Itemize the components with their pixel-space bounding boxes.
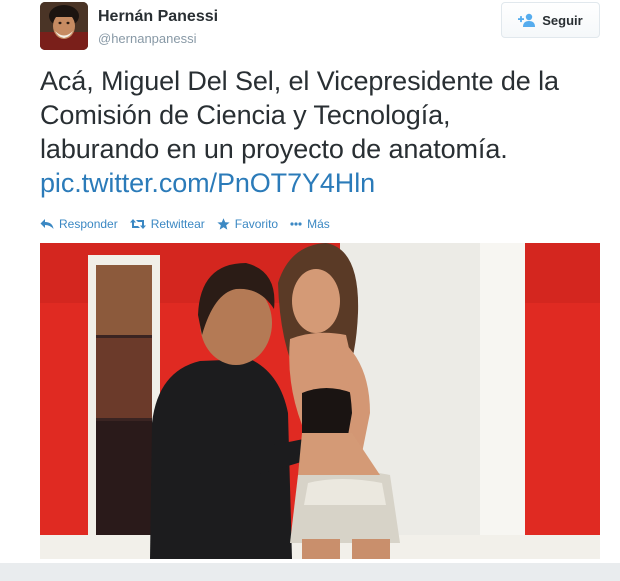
reply-label: Responder <box>59 217 118 231</box>
avatar-image <box>40 2 88 50</box>
more-dots-icon <box>290 222 302 226</box>
tweet-text-line: laburando en un proyecto de anatomía. <box>40 134 508 164</box>
author-name[interactable]: Hernán Panessi <box>98 8 218 26</box>
tweet-text: Acá, Miguel Del Sel, el Vicepresidente d… <box>40 64 600 200</box>
tweet-text-line: Comisión de Ciencia y Tecnología, <box>40 100 451 130</box>
retweet-button[interactable]: Retwittear <box>129 217 205 231</box>
star-icon <box>217 218 230 230</box>
retweet-icon <box>129 219 146 229</box>
favorite-label: Favorito <box>234 217 279 231</box>
tweet-header: Hernán Panessi @hernanpanessi Seguir <box>40 2 600 52</box>
media-link[interactable]: pic.twitter.com/PnOT7Y4Hln <box>40 166 600 200</box>
tweet-photo[interactable] <box>40 243 600 559</box>
tweet-card: Hernán Panessi @hernanpanessi Seguir Acá… <box>0 0 620 581</box>
tweet-text-line: Acá, Miguel Del Sel, el Vicepresidente d… <box>40 66 559 96</box>
favorite-button[interactable]: Favorito <box>217 217 278 231</box>
more-label: Más <box>307 217 330 231</box>
reply-button[interactable]: Responder <box>40 217 118 231</box>
photo-image <box>40 243 600 559</box>
author-handle[interactable]: @hernanpanessi <box>98 31 196 46</box>
add-user-icon <box>518 13 536 27</box>
more-button[interactable]: Más <box>290 217 330 231</box>
reply-icon <box>40 219 54 229</box>
tweet-actions: Responder Retwittear Favorito Más <box>40 215 330 233</box>
avatar[interactable] <box>40 2 88 50</box>
follow-button[interactable]: Seguir <box>501 2 600 38</box>
retweet-label: Retwittear <box>150 217 205 231</box>
footer-band <box>0 563 620 581</box>
follow-button-label: Seguir <box>542 12 583 28</box>
